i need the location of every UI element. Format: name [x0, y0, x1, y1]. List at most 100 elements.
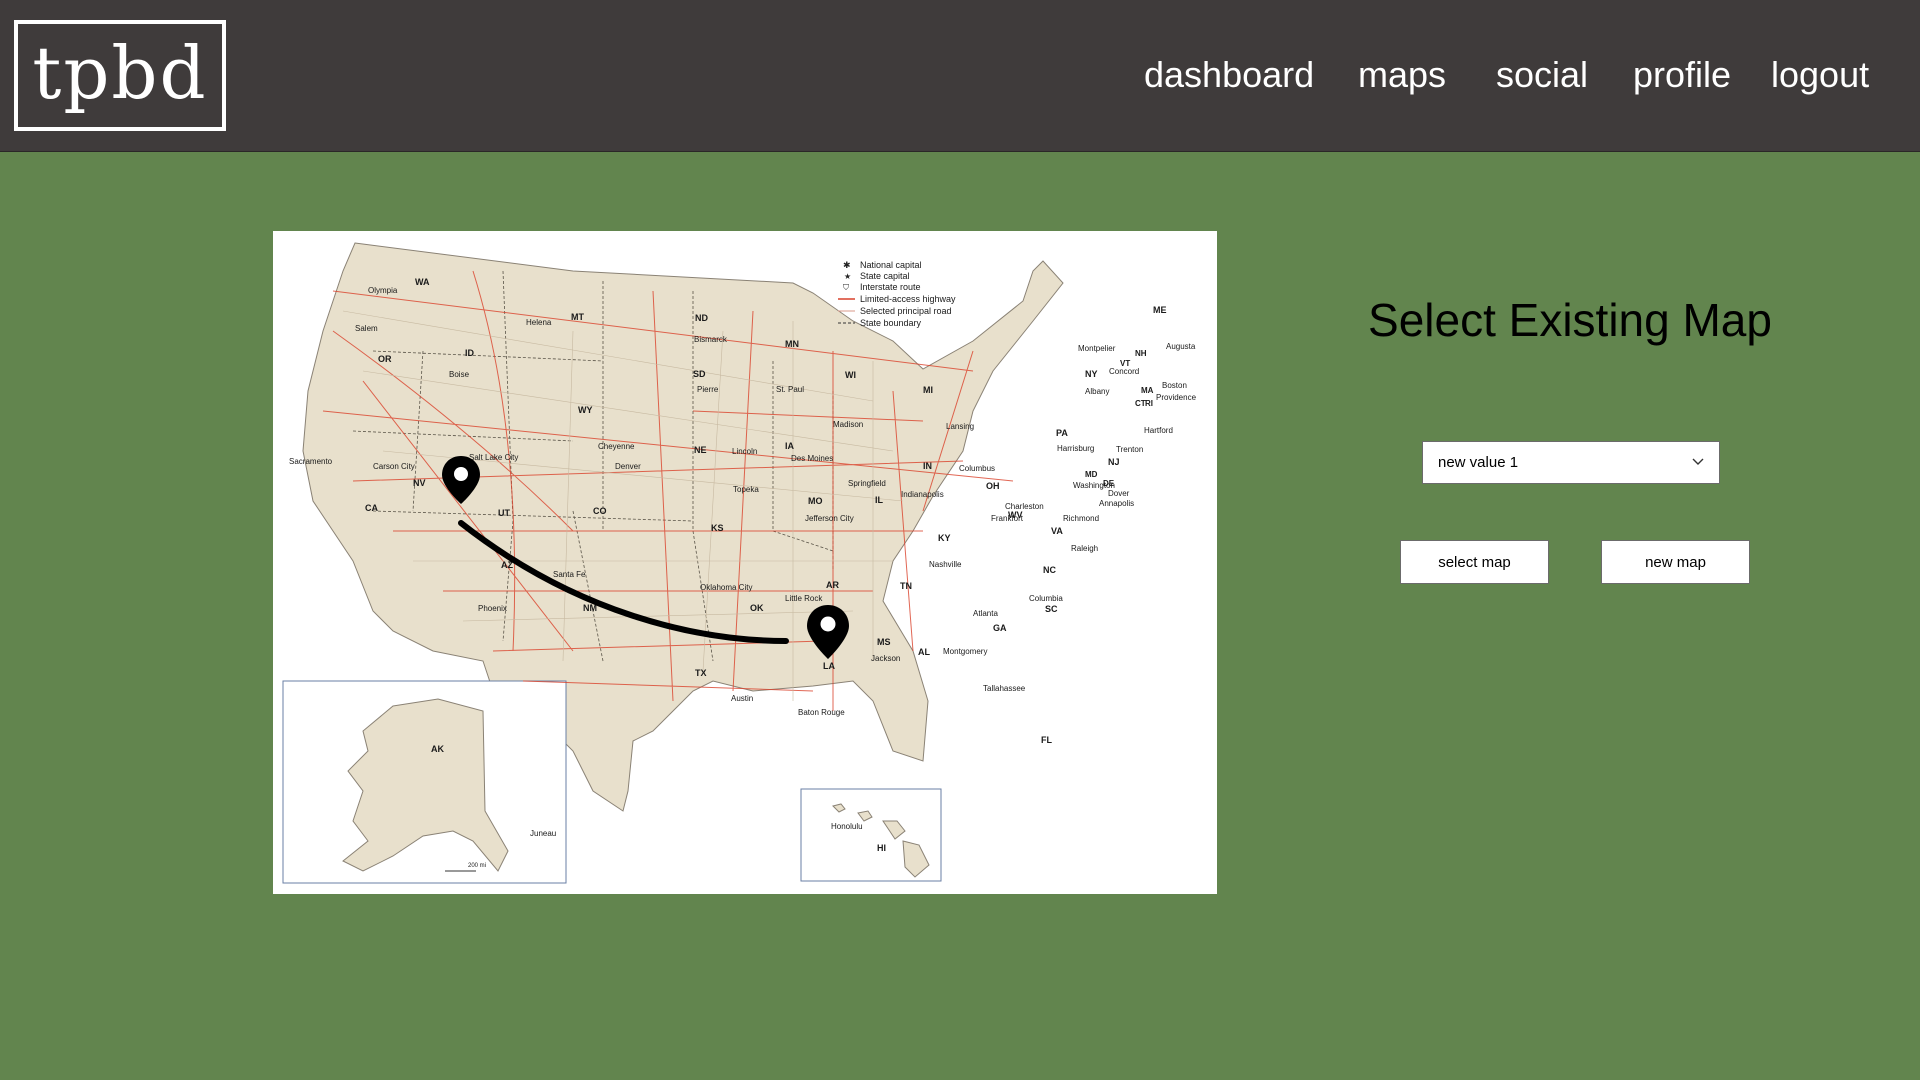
svg-text:Boston: Boston: [1162, 381, 1187, 390]
svg-text:KS: KS: [711, 523, 724, 533]
svg-text:Atlanta: Atlanta: [973, 609, 998, 618]
svg-text:HI: HI: [877, 843, 886, 853]
svg-text:AL: AL: [918, 647, 930, 657]
svg-text:Albany: Albany: [1085, 387, 1109, 396]
svg-text:Des Moines: Des Moines: [791, 454, 833, 463]
svg-text:Providence: Providence: [1156, 393, 1197, 402]
svg-text:MA: MA: [1141, 386, 1154, 395]
map-legend: National capital State capital Interstat…: [838, 260, 956, 328]
svg-text:MO: MO: [808, 496, 823, 506]
nav-logout[interactable]: logout: [1771, 50, 1869, 100]
svg-text:CA: CA: [365, 503, 378, 513]
svg-text:MI: MI: [923, 385, 933, 395]
svg-text:Columbia: Columbia: [1029, 594, 1063, 603]
svg-text:Topeka: Topeka: [733, 485, 759, 494]
svg-text:Bismarck: Bismarck: [694, 335, 728, 344]
svg-text:SD: SD: [693, 369, 706, 379]
svg-text:Washington: Washington: [1073, 481, 1115, 490]
page-title: Select Existing Map: [1368, 294, 1772, 346]
legend-principal-road: Selected principal road: [860, 306, 952, 316]
map-select-dropdown[interactable]: new value 1: [1422, 441, 1720, 484]
svg-text:WY: WY: [578, 405, 593, 415]
svg-text:Honolulu: Honolulu: [831, 822, 863, 831]
dropdown-value: new value 1: [1438, 454, 1519, 471]
chevron-down-icon: [1692, 458, 1704, 465]
svg-text:Helena: Helena: [526, 318, 552, 327]
svg-text:RI: RI: [1145, 399, 1153, 408]
svg-text:Indianapolis: Indianapolis: [901, 490, 944, 499]
legend-state-capital: State capital: [860, 271, 910, 281]
svg-text:Jefferson City: Jefferson City: [805, 514, 854, 523]
nav-dashboard[interactable]: dashboard: [1144, 50, 1314, 100]
svg-text:Charleston: Charleston: [1005, 502, 1044, 511]
svg-text:Tallahassee: Tallahassee: [983, 684, 1026, 693]
svg-text:TN: TN: [900, 581, 912, 591]
svg-text:Phoenix: Phoenix: [478, 604, 507, 613]
svg-text:Springfield: Springfield: [848, 479, 886, 488]
svg-text:Boise: Boise: [449, 370, 470, 379]
svg-text:PA: PA: [1056, 428, 1068, 438]
svg-text:Oklahoma City: Oklahoma City: [700, 583, 752, 592]
svg-text:Austin: Austin: [731, 694, 753, 703]
svg-text:St. Paul: St. Paul: [776, 385, 804, 394]
svg-text:Juneau: Juneau: [530, 829, 556, 838]
select-map-button[interactable]: select map: [1400, 540, 1549, 584]
svg-text:MN: MN: [785, 339, 799, 349]
svg-text:UT: UT: [498, 508, 510, 518]
svg-text:Hartford: Hartford: [1144, 426, 1173, 435]
svg-text:Santa Fe: Santa Fe: [553, 570, 586, 579]
svg-text:FL: FL: [1041, 735, 1052, 745]
svg-text:Lansing: Lansing: [946, 422, 974, 431]
svg-text:IL: IL: [875, 495, 884, 505]
svg-text:Harrisburg: Harrisburg: [1057, 444, 1094, 453]
svg-text:ID: ID: [465, 348, 475, 358]
svg-text:AK: AK: [431, 744, 444, 754]
us-road-map: National capital State capital Interstat…: [282, 242, 1197, 884]
nav-profile[interactable]: profile: [1633, 50, 1731, 100]
svg-text:Richmond: Richmond: [1063, 514, 1099, 523]
svg-text:MD: MD: [1085, 470, 1098, 479]
svg-text:Cheyenne: Cheyenne: [598, 442, 635, 451]
svg-text:Nashville: Nashville: [929, 560, 962, 569]
svg-text:Carson City: Carson City: [373, 462, 415, 471]
svg-text:VA: VA: [1051, 526, 1063, 536]
svg-text:Augusta: Augusta: [1166, 342, 1196, 351]
svg-text:Jackson: Jackson: [871, 654, 900, 663]
svg-text:NC: NC: [1043, 565, 1056, 575]
svg-text:NY: NY: [1085, 369, 1098, 379]
svg-text:Salt Lake City: Salt Lake City: [469, 453, 518, 462]
interstate-route-icon: ⛉: [843, 283, 849, 292]
svg-text:KY: KY: [938, 533, 951, 543]
nav-maps[interactable]: maps: [1358, 50, 1446, 100]
svg-text:Madison: Madison: [833, 420, 863, 429]
svg-text:OR: OR: [378, 354, 392, 364]
svg-text:AR: AR: [826, 580, 839, 590]
svg-text:MT: MT: [571, 312, 584, 322]
svg-text:Sacramento: Sacramento: [289, 457, 333, 466]
svg-text:TX: TX: [695, 668, 707, 678]
svg-text:Little Rock: Little Rock: [785, 594, 823, 603]
new-map-button[interactable]: new map: [1601, 540, 1750, 584]
svg-text:Raleigh: Raleigh: [1071, 544, 1098, 553]
scale-label: 200 mi: [468, 863, 486, 869]
svg-text:Columbus: Columbus: [959, 464, 995, 473]
svg-text:Pierre: Pierre: [697, 385, 719, 394]
nav-social[interactable]: social: [1496, 50, 1588, 100]
svg-text:Olympia: Olympia: [368, 286, 398, 295]
svg-text:Baton Rouge: Baton Rouge: [798, 708, 845, 717]
state-capital-icon: ★: [844, 272, 851, 281]
svg-text:ND: ND: [695, 313, 708, 323]
svg-text:Trenton: Trenton: [1116, 445, 1143, 454]
top-navigation-bar: tpbd dashboard maps social profile logou…: [0, 0, 1920, 152]
svg-text:LA: LA: [823, 661, 835, 671]
svg-text:Annapolis: Annapolis: [1099, 499, 1134, 508]
legend-national-capital: National capital: [860, 260, 922, 270]
svg-text:NV: NV: [413, 478, 426, 488]
svg-text:SC: SC: [1045, 604, 1058, 614]
svg-text:NJ: NJ: [1108, 457, 1120, 467]
map-preview[interactable]: National capital State capital Interstat…: [273, 231, 1217, 894]
legend-interstate: Interstate route: [860, 282, 921, 292]
svg-text:Lincoln: Lincoln: [732, 447, 757, 456]
svg-text:Salem: Salem: [355, 324, 378, 333]
svg-text:WI: WI: [845, 370, 856, 380]
